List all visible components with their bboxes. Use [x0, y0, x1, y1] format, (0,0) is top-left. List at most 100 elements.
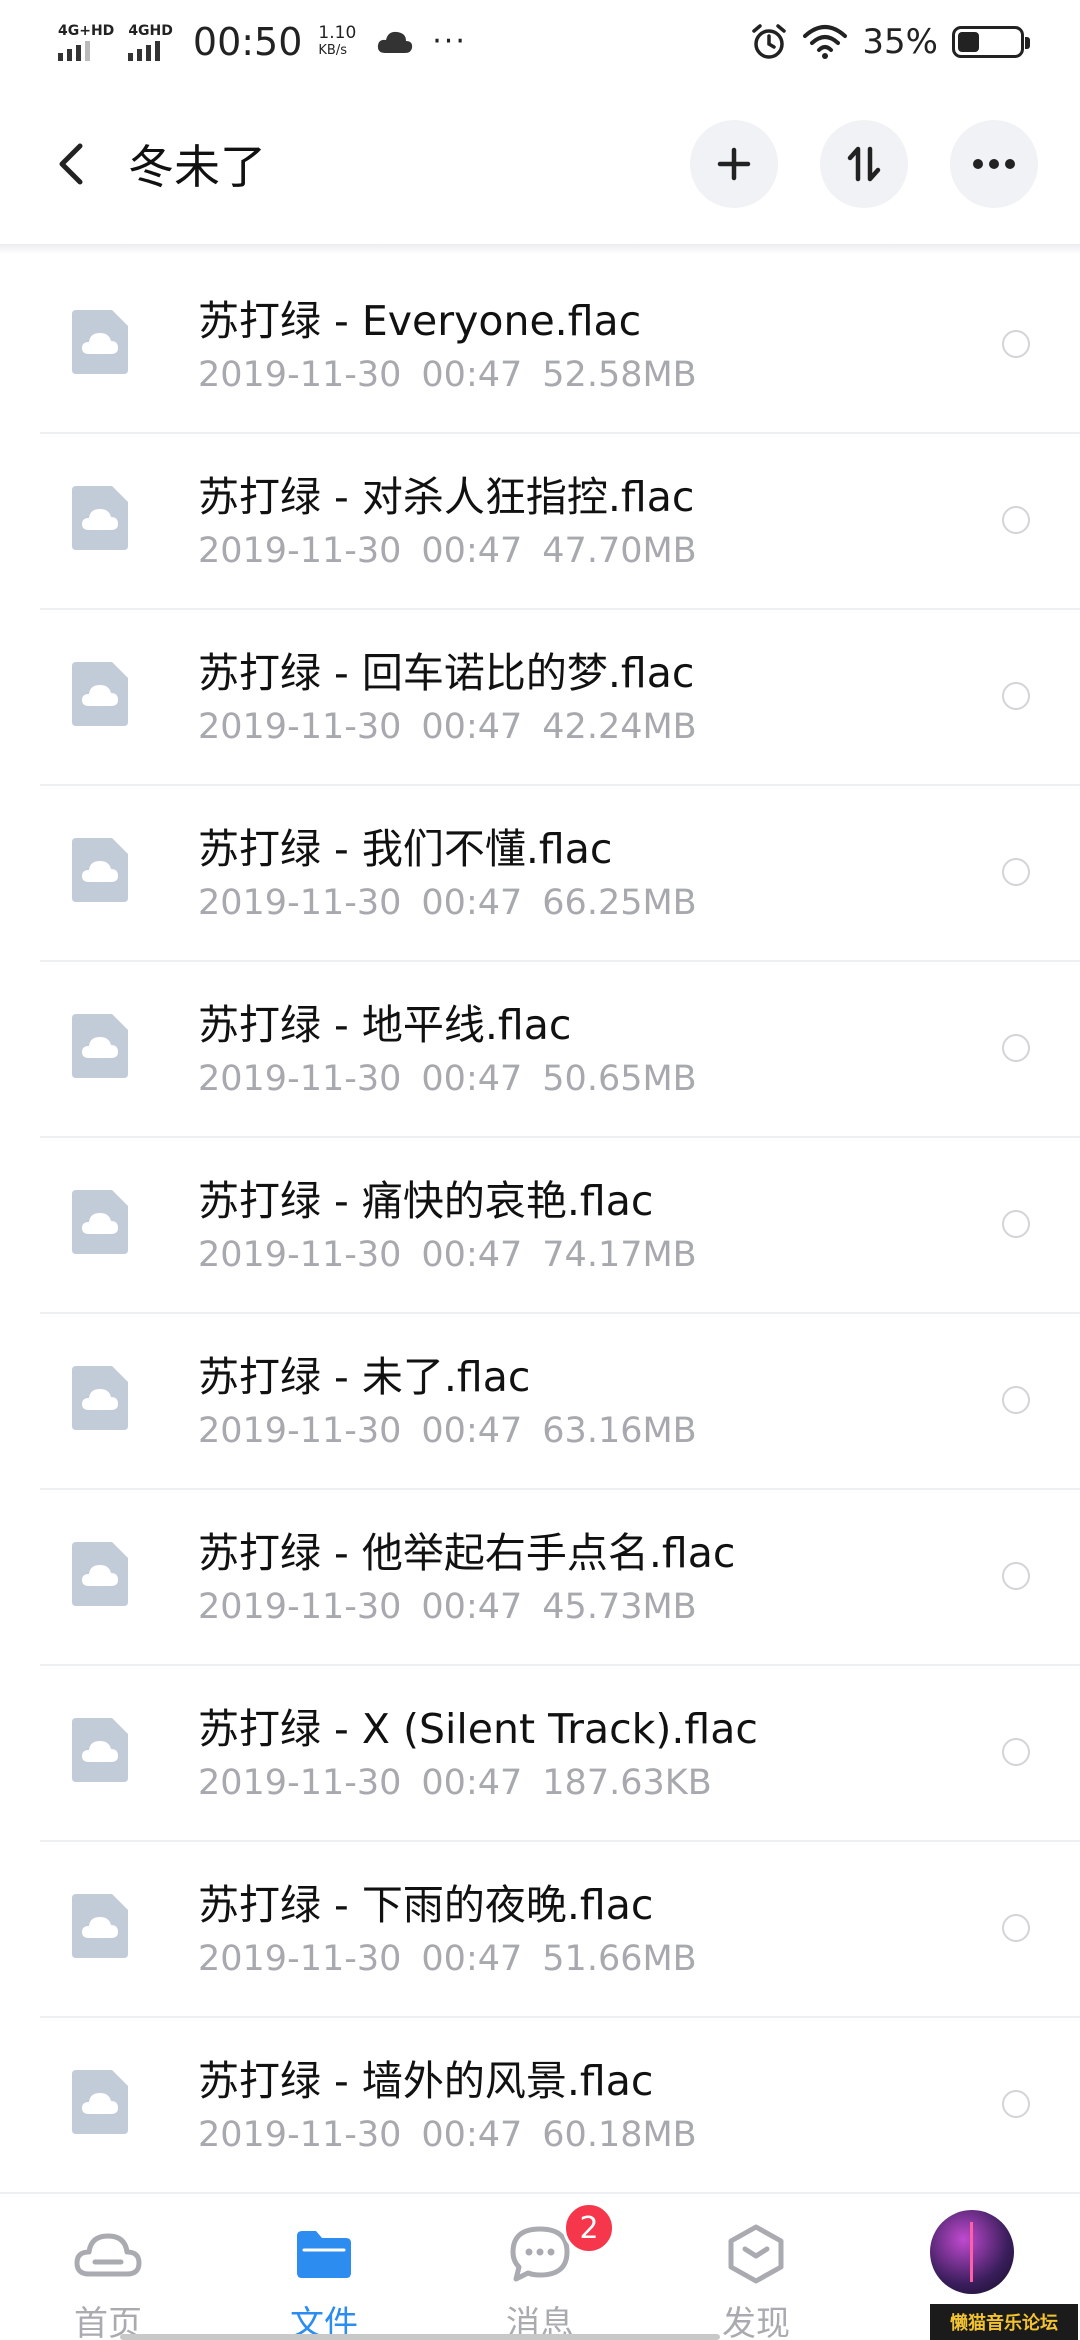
- file-size: 52.58MB: [542, 355, 697, 395]
- select-radio[interactable]: [1002, 1738, 1030, 1766]
- file-size: 74.17MB: [542, 1235, 697, 1275]
- file-size: 187.63KB: [542, 1763, 712, 1803]
- file-meta: 2019-11-30 00:47 51.66MB: [198, 1936, 697, 1982]
- select-radio[interactable]: [1002, 1210, 1030, 1238]
- watermark: 懒猫音乐论坛: [930, 2304, 1078, 2340]
- file-row[interactable]: 苏打绿 - 我们不懂.flac 2019-11-30 00:47 66.25MB: [0, 784, 1080, 960]
- add-button[interactable]: [690, 120, 778, 208]
- file-row[interactable]: 苏打绿 - 下雨的夜晚.flac 2019-11-30 00:47 51.66MB: [0, 1840, 1080, 2016]
- file-icon: [72, 1894, 128, 1958]
- file-icon: [72, 838, 128, 902]
- file-meta: 2019-11-30 00:47 63.16MB: [198, 1408, 697, 1454]
- file-date: 2019-11-30: [198, 707, 402, 747]
- file-meta: 2019-11-30 00:47 187.63KB: [198, 1760, 758, 1806]
- file-time: 00:47: [421, 1763, 523, 1803]
- file-time: 00:47: [421, 1235, 523, 1275]
- select-radio[interactable]: [1002, 506, 1030, 534]
- battery-percent: 35%: [862, 22, 938, 62]
- more-icon: [973, 159, 1015, 169]
- header-divider: [0, 244, 1080, 254]
- file-row[interactable]: 苏打绿 - 回车诺比的梦.flac 2019-11-30 00:47 42.24MB: [0, 608, 1080, 784]
- back-icon: [59, 143, 83, 185]
- file-row[interactable]: 苏打绿 - 地平线.flac 2019-11-30 00:47 50.65MB: [0, 960, 1080, 1136]
- signal-label-1: 4G+HD: [58, 22, 115, 39]
- signal-label-2: 4GHD: [128, 22, 173, 39]
- file-name: 苏打绿 - 对杀人狂指控.flac: [198, 473, 695, 521]
- file-name: 苏打绿 - 墙外的风景.flac: [198, 2057, 654, 2105]
- battery-icon: [952, 26, 1030, 58]
- select-radio[interactable]: [1002, 1386, 1030, 1414]
- header-bar: 冬未了: [0, 84, 1080, 244]
- file-name: 苏打绿 - 他举起右手点名.flac: [198, 1529, 736, 1577]
- sort-icon: [847, 146, 881, 182]
- file-row[interactable]: 苏打绿 - Everyone.flac 2019-11-30 00:47 52.58M…: [0, 256, 1080, 432]
- file-row[interactable]: 苏打绿 - 痛快的哀艳.flac 2019-11-30 00:47 74.17MB: [0, 1136, 1080, 1312]
- file-row[interactable]: 苏打绿 - X (Silent Track).flac 2019-11-30 00:…: [0, 1664, 1080, 1840]
- file-meta: 2019-11-30 00:47 66.25MB: [198, 880, 697, 926]
- more-button[interactable]: [950, 120, 1038, 208]
- file-time: 00:47: [421, 531, 523, 571]
- file-row[interactable]: 苏打绿 - 他举起右手点名.flac 2019-11-30 00:47 45.73MB: [0, 1488, 1080, 1664]
- status-time: 00:50: [192, 20, 303, 64]
- file-name: 苏打绿 - 未了.flac: [198, 1353, 531, 1401]
- page-title: 冬未了: [128, 140, 266, 194]
- file-icon: [72, 1014, 128, 1078]
- file-time: 00:47: [421, 2115, 523, 2155]
- network-speed: 1.10 KB/s: [318, 24, 356, 60]
- file-icon: [72, 1718, 128, 1782]
- file-time: 00:47: [421, 1059, 523, 1099]
- sort-button[interactable]: [820, 120, 908, 208]
- file-meta: 2019-11-30 00:47 74.17MB: [198, 1232, 697, 1278]
- file-meta: 2019-11-30 00:47 60.18MB: [198, 2112, 697, 2158]
- file-icon: [72, 2070, 128, 2134]
- message-badge: 2: [563, 2202, 615, 2254]
- file-date: 2019-11-30: [198, 1235, 402, 1275]
- file-time: 00:47: [421, 1411, 523, 1451]
- file-meta: 2019-11-30 00:47 52.58MB: [198, 352, 697, 398]
- file-name: 苏打绿 - X (Silent Track).flac: [198, 1705, 758, 1753]
- battery-fill: [958, 32, 979, 52]
- signal-indicator-2: 4GHD: [128, 24, 173, 61]
- file-date: 2019-11-30: [198, 1763, 402, 1803]
- avatar[interactable]: [930, 2210, 1014, 2294]
- file-list[interactable]: 苏打绿 - Everyone.flac 2019-11-30 00:47 52.58M…: [0, 256, 1080, 2192]
- select-radio[interactable]: [1002, 1914, 1030, 1942]
- select-radio[interactable]: [1002, 1034, 1030, 1062]
- file-date: 2019-11-30: [198, 531, 402, 571]
- file-meta: 2019-11-30 00:47 47.70MB: [198, 528, 697, 574]
- select-radio[interactable]: [1002, 330, 1030, 358]
- file-date: 2019-11-30: [198, 1059, 402, 1099]
- file-icon: [72, 1366, 128, 1430]
- plus-icon: [717, 147, 751, 181]
- file-meta: 2019-11-30 00:47 42.24MB: [198, 704, 697, 750]
- select-radio[interactable]: [1002, 858, 1030, 886]
- file-name: 苏打绿 - Everyone.flac: [198, 297, 642, 345]
- select-radio[interactable]: [1002, 1562, 1030, 1590]
- status-bar: 4G+HD 4GHD 00:50 1.10 KB/s ··· 35%: [0, 0, 1080, 84]
- status-more: ···: [432, 24, 467, 59]
- tab-messages[interactable]: 2 消息: [470, 2202, 615, 2340]
- file-size: 51.66MB: [542, 1939, 697, 1979]
- tab-files[interactable]: 文件: [254, 2218, 394, 2340]
- file-size: 45.73MB: [542, 1587, 697, 1627]
- file-size: 47.70MB: [542, 531, 697, 571]
- file-row[interactable]: 苏打绿 - 对杀人狂指控.flac 2019-11-30 00:47 47.70MB: [0, 432, 1080, 608]
- file-meta: 2019-11-30 00:47 45.73MB: [198, 1584, 735, 1630]
- cloud-icon: [378, 31, 413, 53]
- file-icon: [72, 310, 128, 374]
- file-icon: [72, 1190, 128, 1254]
- select-radio[interactable]: [1002, 682, 1030, 710]
- tab-discover[interactable]: 发现: [686, 2218, 826, 2340]
- file-row[interactable]: 苏打绿 - 未了.flac 2019-11-30 00:47 63.16MB: [0, 1312, 1080, 1488]
- file-date: 2019-11-30: [198, 1939, 402, 1979]
- back-button[interactable]: [48, 134, 92, 194]
- file-name: 苏打绿 - 下雨的夜晚.flac: [198, 1881, 654, 1929]
- tab-home[interactable]: 首页: [38, 2218, 178, 2340]
- file-name: 苏打绿 - 我们不懂.flac: [198, 825, 613, 873]
- chat-icon: [510, 2226, 570, 2282]
- file-row[interactable]: 苏打绿 - 墙外的风景.flac 2019-11-30 00:47 60.18MB: [0, 2016, 1080, 2192]
- file-meta: 2019-11-30 00:47 50.65MB: [198, 1056, 697, 1102]
- file-time: 00:47: [421, 883, 523, 923]
- file-size: 66.25MB: [542, 883, 697, 923]
- select-radio[interactable]: [1002, 2090, 1030, 2118]
